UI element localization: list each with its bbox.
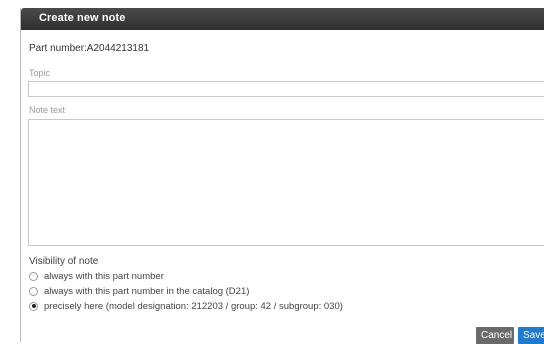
cancel-button[interactable]: Cancel bbox=[476, 327, 514, 344]
visibility-option-precisely-here[interactable]: precisely here (model designation: 21220… bbox=[29, 300, 343, 312]
dialog-titlebar[interactable]: Create new note bbox=[21, 8, 544, 30]
visibility-option-catalog[interactable]: always with this part number in the cata… bbox=[29, 285, 249, 297]
visibility-option-part-number[interactable]: always with this part number bbox=[29, 270, 164, 282]
radio-button[interactable] bbox=[29, 286, 38, 296]
radio-button[interactable] bbox=[29, 271, 38, 281]
topic-input[interactable] bbox=[28, 81, 544, 97]
save-button[interactable]: Save bbox=[518, 327, 544, 344]
radio-label: precisely here (model designation: 21220… bbox=[44, 300, 343, 312]
radio-button-selected[interactable] bbox=[29, 301, 38, 311]
visibility-label: Visibility of note bbox=[29, 256, 99, 267]
create-note-dialog: Create new note Part number:A2044213181 … bbox=[20, 8, 544, 344]
note-text-area[interactable] bbox=[28, 119, 544, 246]
dialog-title: Create new note bbox=[39, 12, 126, 24]
radio-label: always with this part number bbox=[44, 270, 164, 282]
topic-label: Topic bbox=[29, 68, 51, 78]
radio-label: always with this part number in the cata… bbox=[44, 285, 250, 297]
note-text-label: Note text bbox=[29, 105, 66, 115]
part-number-text: Part number:A2044213181 bbox=[29, 43, 150, 54]
